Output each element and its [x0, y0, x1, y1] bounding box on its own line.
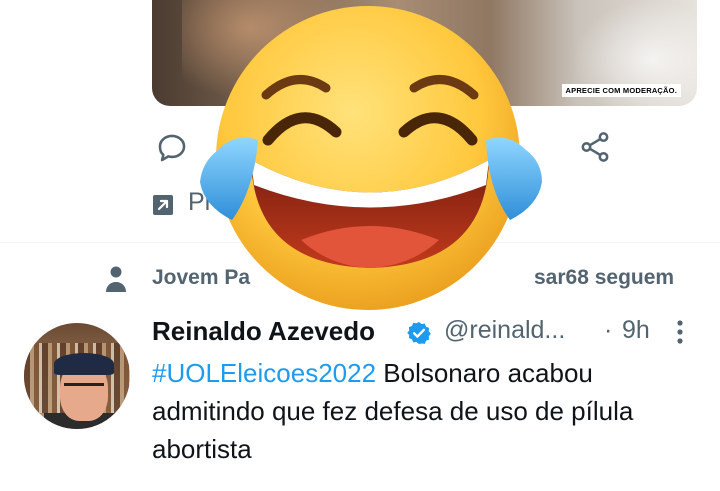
header-separator: ·	[604, 316, 613, 344]
social-context-left: Jovem Pa	[152, 266, 251, 289]
media-caption: APRECIE COM MODERAÇÃO.	[561, 84, 681, 97]
more-vertical-icon[interactable]	[674, 318, 686, 348]
media-shade	[182, 0, 352, 100]
reply-icon	[158, 134, 186, 162]
tweet-header: Reinaldo Azevedo @reinald... · 9h	[152, 316, 692, 350]
author-name[interactable]: Reinaldo Azevedo	[152, 316, 375, 347]
avatar-glasses	[64, 383, 104, 391]
author-handle[interactable]: @reinald...	[444, 316, 565, 345]
share-button[interactable]	[574, 126, 616, 168]
tweet-text: #UOLEleicoes2022 Bolsonaro acabou admiti…	[152, 354, 692, 468]
avatar-cap	[54, 353, 114, 375]
author-avatar[interactable]	[24, 323, 130, 429]
verified-badge-icon	[406, 320, 432, 346]
hashtag-link[interactable]: #UOLEleicoes2022	[152, 358, 376, 388]
tweet-time[interactable]: 9h	[622, 316, 650, 345]
tweet-media-image[interactable]: APRECIE COM MODERAÇÃO.	[152, 0, 697, 106]
social-context-right: sar68 seguem	[534, 266, 675, 289]
reply-button[interactable]	[152, 128, 192, 168]
share-icon	[581, 132, 609, 162]
tweet-divider	[0, 242, 720, 243]
person-icon	[104, 264, 128, 294]
promoted-arrow-icon	[152, 194, 174, 216]
social-context[interactable]: Jovem Pa sar68 seguem	[152, 266, 674, 290]
promoted-label: Pr	[188, 188, 213, 216]
